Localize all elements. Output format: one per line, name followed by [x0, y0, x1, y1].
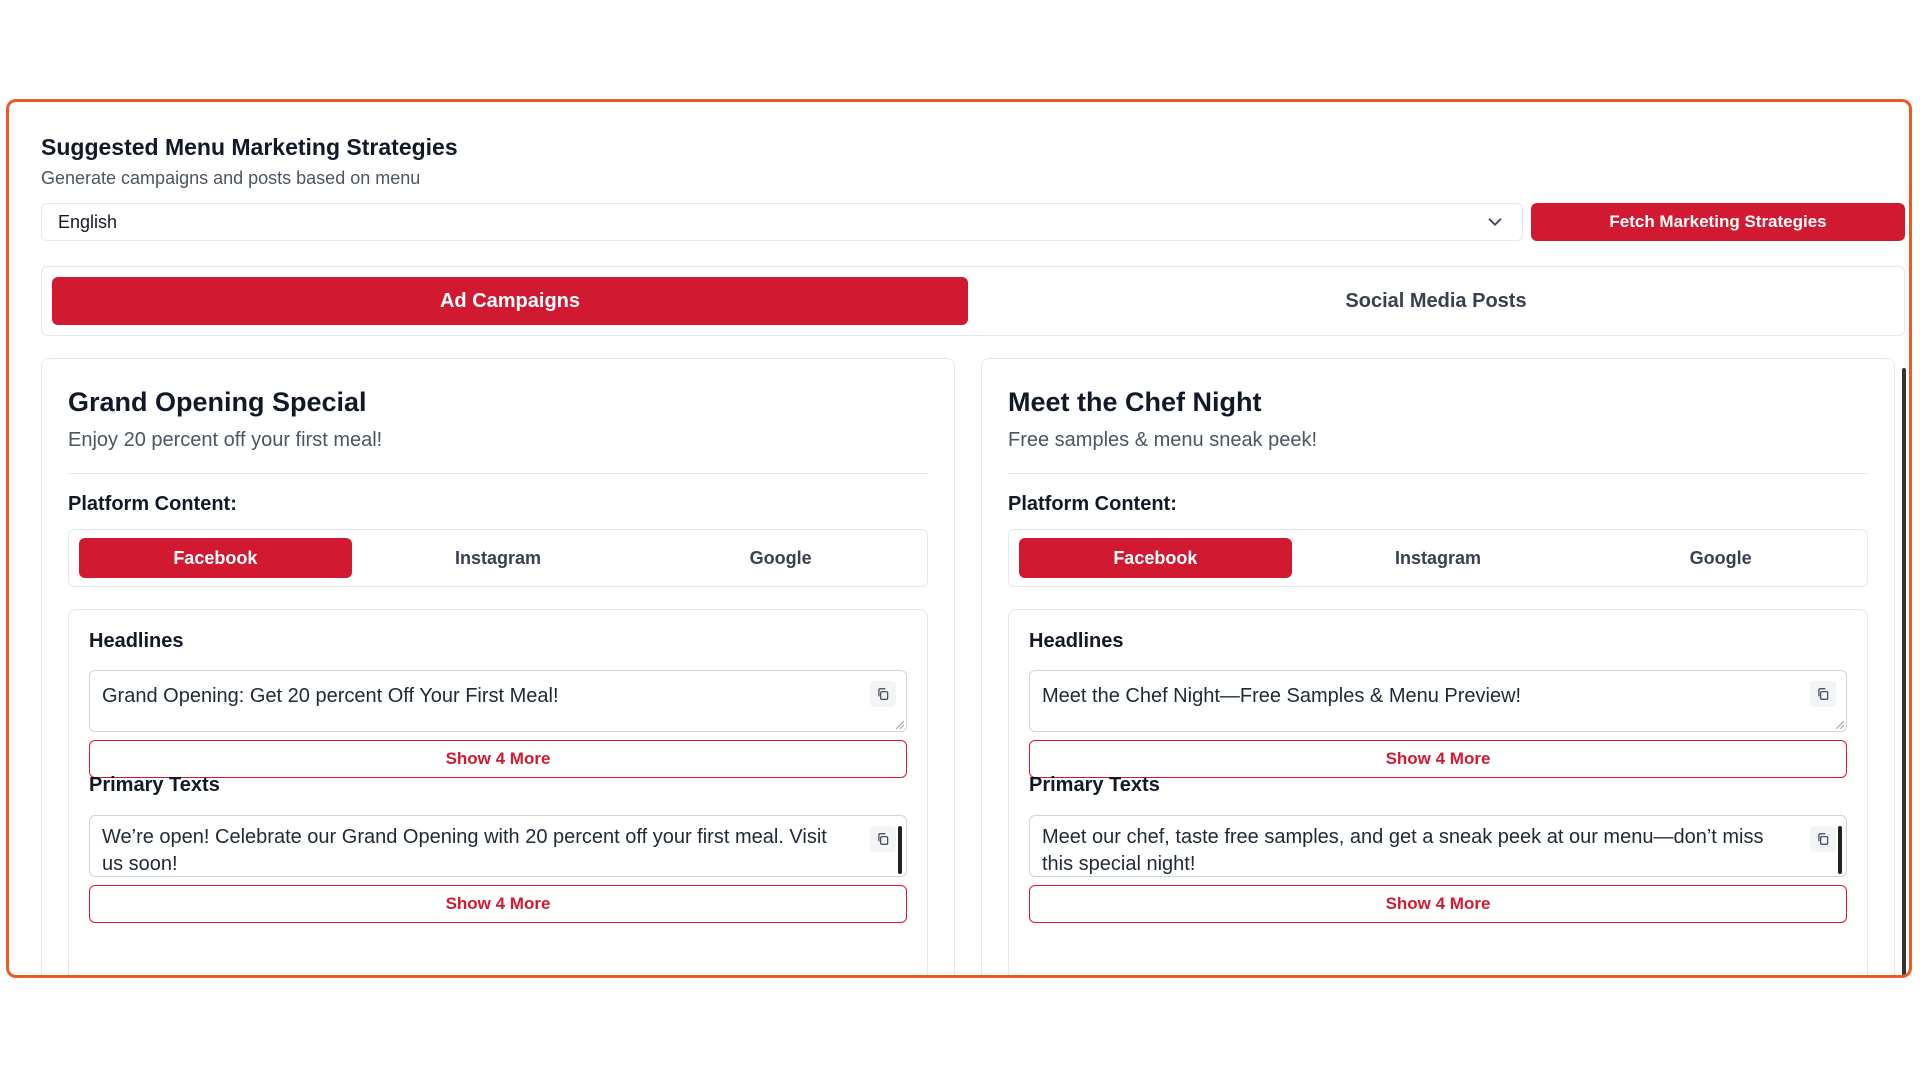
- campaign-description: Free samples & menu sneak peek!: [1008, 429, 1318, 451]
- platform-content-label: Platform Content:: [1008, 493, 1177, 515]
- chevron-down-icon: [1488, 218, 1502, 227]
- textarea-scrollbar[interactable]: [898, 826, 902, 874]
- campaign-description: Enjoy 20 percent off your first meal!: [68, 429, 383, 451]
- show-more-headlines-button[interactable]: Show 4 More: [1029, 740, 1847, 778]
- panel-scrollbar[interactable]: [1902, 368, 1906, 975]
- copy-icon[interactable]: [1810, 826, 1836, 852]
- textarea-scrollbar[interactable]: [1838, 826, 1842, 874]
- page-title: Suggested Menu Marketing Strategies: [41, 134, 458, 160]
- primary-text: Meet our chef, taste free samples, and g…: [1042, 826, 1764, 875]
- headline-textarea[interactable]: Meet the Chef Night—Free Samples & Menu …: [1029, 670, 1847, 732]
- headline-text: Meet the Chef Night—Free Samples & Menu …: [1042, 685, 1522, 707]
- divider: [68, 473, 928, 474]
- show-more-primary-texts-button[interactable]: Show 4 More: [1029, 885, 1847, 923]
- campaign-cards: Grand Opening Special Enjoy 20 percent o…: [41, 358, 1905, 975]
- copy-icon[interactable]: [870, 826, 896, 852]
- tab-social-media-posts[interactable]: Social Media Posts: [978, 277, 1894, 325]
- campaign-title: Grand Opening Special: [68, 387, 367, 417]
- headlines-label: Headlines: [89, 630, 184, 652]
- language-select[interactable]: English: [41, 203, 1523, 241]
- copy-icon[interactable]: [1810, 681, 1836, 707]
- platform-tab-facebook[interactable]: Facebook: [79, 538, 352, 578]
- strategies-panel: Suggested Menu Marketing Strategies Gene…: [6, 99, 1912, 978]
- strategy-tabs: Ad Campaigns Social Media Posts: [41, 266, 1905, 336]
- show-more-headlines-button[interactable]: Show 4 More: [89, 740, 907, 778]
- primary-texts-label: Primary Texts: [89, 774, 220, 796]
- headline-textarea[interactable]: Grand Opening: Get 20 percent Off Your F…: [89, 670, 907, 732]
- primary-text-textarea[interactable]: We’re open! Celebrate our Grand Opening …: [89, 815, 907, 877]
- platform-tab-facebook[interactable]: Facebook: [1019, 538, 1292, 578]
- divider: [1008, 473, 1868, 474]
- platform-tab-google[interactable]: Google: [1584, 538, 1857, 578]
- primary-text: We’re open! Celebrate our Grand Opening …: [102, 826, 827, 875]
- platform-content-panel: Headlines Grand Opening: Get 20 percent …: [68, 609, 928, 975]
- platform-tabs: Facebook Instagram Google: [1008, 529, 1868, 587]
- copy-icon[interactable]: [870, 681, 896, 707]
- platform-content-label: Platform Content:: [68, 493, 237, 515]
- fetch-marketing-strategies-button[interactable]: Fetch Marketing Strategies: [1531, 203, 1905, 241]
- platform-content-panel: Headlines Meet the Chef Night—Free Sampl…: [1008, 609, 1868, 975]
- resize-handle-icon[interactable]: [896, 721, 904, 729]
- primary-text-textarea[interactable]: Meet our chef, taste free samples, and g…: [1029, 815, 1847, 877]
- platform-tab-google[interactable]: Google: [644, 538, 917, 578]
- show-more-primary-texts-button[interactable]: Show 4 More: [89, 885, 907, 923]
- primary-texts-label: Primary Texts: [1029, 774, 1160, 796]
- page-subtitle: Generate campaigns and posts based on me…: [41, 168, 421, 188]
- platform-tab-instagram[interactable]: Instagram: [1302, 538, 1575, 578]
- campaign-card: Meet the Chef Night Free samples & menu …: [981, 358, 1895, 975]
- resize-handle-icon[interactable]: [1836, 721, 1844, 729]
- campaign-title: Meet the Chef Night: [1008, 387, 1262, 417]
- platform-tab-instagram[interactable]: Instagram: [362, 538, 635, 578]
- headlines-label: Headlines: [1029, 630, 1124, 652]
- language-select-value: English: [58, 211, 118, 232]
- platform-tabs: Facebook Instagram Google: [68, 529, 928, 587]
- campaign-card: Grand Opening Special Enjoy 20 percent o…: [41, 358, 955, 975]
- headline-text: Grand Opening: Get 20 percent Off Your F…: [102, 685, 559, 707]
- tab-ad-campaigns[interactable]: Ad Campaigns: [52, 277, 968, 325]
